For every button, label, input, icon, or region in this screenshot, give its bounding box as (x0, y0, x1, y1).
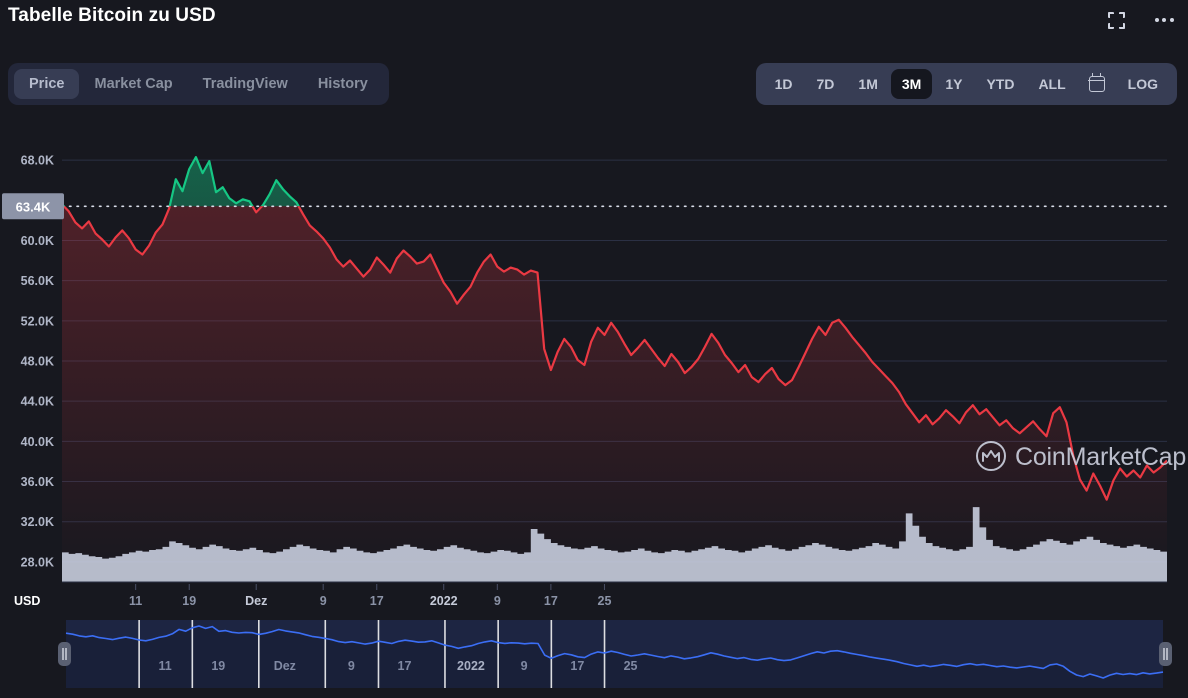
y-axis-tick-label: 48.0K (21, 355, 54, 369)
bitcoin-chart-widget: Tabelle Bitcoin zu USD Price Market Cap Tr… (0, 0, 1188, 698)
navigator-handle-left[interactable] (58, 642, 71, 666)
navigator-tick-label: 25 (624, 659, 638, 673)
tab-price[interactable]: Price (14, 69, 80, 99)
navigator-tick-label: 9 (348, 659, 355, 673)
navigator-tick-label: 2022 (457, 659, 485, 673)
time-range-selector: 1D 7D 1M 3M 1Y YTD ALL LOG (755, 63, 1177, 105)
range-ytd[interactable]: YTD (975, 69, 1025, 99)
y-axis-tick-label: 32.0K (21, 515, 54, 529)
tab-tradingview[interactable]: TradingView (188, 69, 303, 99)
navigator-tick-label: Dez (274, 659, 296, 673)
y-axis-tick-label: 60.0K (21, 234, 54, 248)
x-axis-tick-label: 9 (320, 594, 327, 608)
y-axis-tick-label: 56.0K (21, 274, 54, 288)
navigator-handle-right[interactable] (1159, 642, 1172, 666)
x-axis-tick-label: 11 (129, 594, 142, 608)
currency-axis-label: USD (14, 594, 40, 608)
navigator-tick-label: 11 (159, 659, 172, 673)
range-3m[interactable]: 3M (890, 69, 933, 99)
y-axis-tick-label: 52.0K (21, 314, 54, 328)
navigator-tick-label: 9 (521, 659, 528, 673)
fullscreen-icon[interactable] (1104, 8, 1128, 32)
y-axis-tick-label: 68.0K (21, 154, 54, 168)
navigator-tick-label: 17 (398, 659, 412, 673)
x-axis-tick-label: Dez (245, 594, 267, 608)
navigator-tick-label: 17 (570, 659, 584, 673)
x-axis-tick-label: 17 (370, 594, 384, 608)
header-actions (1104, 8, 1176, 32)
navigator-tick-label: 19 (211, 659, 225, 673)
current-price-badge: 63.4K (2, 193, 64, 220)
y-axis-tick-label: 36.0K (21, 475, 54, 489)
log-scale-toggle[interactable]: LOG (1117, 69, 1169, 99)
x-axis-tick-label: 9 (494, 594, 501, 608)
x-axis-tick-label: 19 (182, 594, 196, 608)
range-all[interactable]: ALL (1027, 69, 1076, 99)
price-chart[interactable]: 68.0K 60.0K 56.0K 52.0K 48.0K 44.0K 40.0K 36.0K… (0, 120, 1188, 698)
chart-tab-bar: Price Market Cap TradingView History (8, 63, 389, 105)
range-1y[interactable]: 1Y (934, 69, 973, 99)
x-axis-tick-label: 2022 (430, 594, 458, 608)
calendar-icon[interactable] (1079, 70, 1115, 98)
y-axis-tick-label: 44.0K (21, 395, 54, 409)
x-axis-tick-label: 25 (598, 594, 612, 608)
range-7d[interactable]: 7D (806, 69, 846, 99)
range-1m[interactable]: 1M (847, 69, 888, 99)
chart-canvas[interactable]: 68.0K 60.0K 56.0K 52.0K 48.0K 44.0K 40.0K 36.0K… (0, 120, 1188, 698)
page-title: Tabelle Bitcoin zu USD (8, 5, 216, 26)
more-options-icon[interactable] (1152, 8, 1176, 32)
watermark-text: CoinMarketCap (1015, 443, 1186, 471)
current-price-badge-text: 63.4K (16, 199, 51, 214)
range-1d[interactable]: 1D (764, 69, 804, 99)
tab-history[interactable]: History (303, 69, 383, 99)
chart-navigator[interactable]: 11 19 Dez 9 17 2022 9 17 25 (58, 620, 1172, 688)
x-axis-tick-label: 17 (544, 594, 558, 608)
y-axis-tick-label: 40.0K (21, 435, 54, 449)
y-axis-tick-label: 28.0K (21, 555, 54, 569)
tab-market-cap[interactable]: Market Cap (79, 69, 187, 99)
